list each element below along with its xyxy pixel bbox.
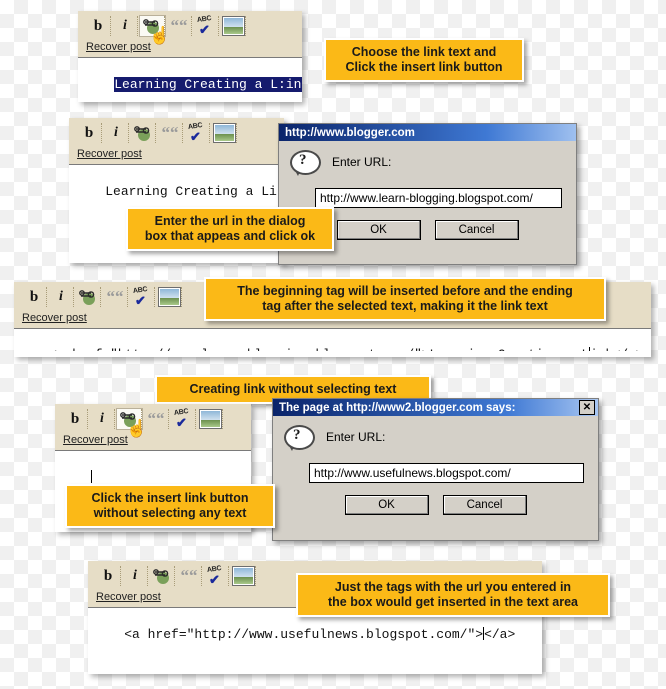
bold-button[interactable]: b: [96, 566, 121, 586]
link-chain-icon: [133, 124, 153, 142]
post-text-tail: </a>: [484, 627, 516, 642]
blockquote-button[interactable]: ““: [177, 566, 202, 586]
bold-button[interactable]: b: [63, 409, 88, 429]
editor-toolbar: b i ☝ ““ ABC ✔ Recover post: [55, 404, 251, 450]
insert-image-button[interactable]: [231, 566, 256, 586]
blockquote-button[interactable]: ““: [167, 16, 192, 36]
bold-button[interactable]: b: [86, 16, 111, 36]
spellcheck-button[interactable]: ABC ✔: [194, 15, 219, 37]
ok-button[interactable]: OK: [336, 220, 421, 240]
recover-post-link[interactable]: Recover post: [86, 41, 151, 53]
post-text: <a href="http://www.usefulnews.blogspot.…: [124, 627, 484, 642]
italic-button[interactable]: i: [49, 287, 74, 307]
post-text-area[interactable]: Learning Creating a L:ink: [78, 57, 302, 94]
insert-link-button[interactable]: [150, 566, 175, 586]
insert-image-button[interactable]: [198, 409, 223, 429]
callout-step5: Just the tags with the url you entered i…: [296, 573, 610, 617]
url-input[interactable]: http://www.learn-blogging.blogspot.com/: [315, 188, 562, 208]
enter-url-dialog-2: The page at http://www2.blogger.com says…: [272, 398, 599, 541]
close-icon[interactable]: ✕: [579, 400, 595, 415]
spellcheck-button[interactable]: ABC ✔: [204, 565, 229, 587]
image-icon: [198, 409, 222, 429]
image-icon: [212, 123, 236, 143]
callout-step1: Choose the link text and Click the inser…: [324, 38, 524, 82]
insert-image-button[interactable]: [157, 287, 182, 307]
dialog-titlebar: The page at http://www2.blogger.com says…: [273, 399, 598, 416]
insert-link-button[interactable]: [131, 123, 156, 143]
image-icon: [221, 16, 245, 36]
post-text-tail: ink</a>: [590, 348, 643, 351]
recover-post-link[interactable]: Recover post: [22, 312, 87, 324]
image-icon: [231, 566, 255, 586]
insert-image-button[interactable]: [221, 16, 246, 36]
dialog-title: The page at http://www2.blogger.com says…: [279, 401, 516, 414]
editor-toolbar: b i ☝ ““ ABC ✔ Recover post: [78, 11, 302, 57]
insert-link-button[interactable]: [76, 287, 101, 307]
link-chain-icon: [152, 567, 172, 585]
text-caret: [91, 470, 93, 483]
recover-post-link[interactable]: Recover post: [63, 434, 128, 446]
image-icon: [157, 287, 181, 307]
post-text: <a href="http://www.learn-blogging.blogs…: [49, 348, 589, 351]
blockquote-button[interactable]: ““: [158, 123, 183, 143]
cancel-button[interactable]: Cancel: [442, 495, 527, 515]
dialog-prompt-label: Enter URL:: [326, 430, 386, 444]
spellcheck-icon: ABC ✔: [173, 408, 189, 430]
italic-button[interactable]: i: [113, 16, 138, 36]
spellcheck-icon: ABC ✔: [206, 565, 222, 587]
dialog-body: ? Enter URL: http://www.usefulnews.blogs…: [273, 416, 598, 525]
insert-image-button[interactable]: [212, 123, 237, 143]
cancel-button[interactable]: Cancel: [434, 220, 519, 240]
question-icon: ?: [283, 425, 315, 453]
callout-step4: Click the insert link button without sel…: [65, 484, 275, 528]
bold-button[interactable]: b: [22, 287, 47, 307]
spellcheck-icon: ABC ✔: [132, 286, 148, 308]
blockquote-button[interactable]: ““: [103, 287, 128, 307]
editor-panel-step1: b i ☝ ““ ABC ✔ Recover post Learning Cre…: [78, 11, 302, 102]
post-text-area[interactable]: <a href="http://www.learn-blogging.blogs…: [14, 328, 651, 351]
dialog-title: http://www.blogger.com: [285, 126, 415, 139]
post-text: Learning Creating a Link: [105, 184, 284, 199]
spellcheck-icon: ABC ✔: [187, 122, 203, 144]
selected-text: Learning Creating a L:ink: [114, 77, 302, 92]
link-chain-icon: [78, 288, 98, 306]
recover-post-link[interactable]: Recover post: [77, 148, 142, 160]
editor-toolbar: b i ““ ABC ✔ Recover post: [69, 118, 284, 164]
spellcheck-button[interactable]: ABC ✔: [185, 122, 210, 144]
dialog-titlebar: http://www.blogger.com: [279, 124, 576, 141]
italic-button[interactable]: i: [104, 123, 129, 143]
spellcheck-icon: ABC ✔: [196, 15, 212, 37]
italic-button[interactable]: i: [123, 566, 148, 586]
insert-link-button[interactable]: ☝: [139, 15, 170, 45]
spellcheck-button[interactable]: ABC ✔: [130, 286, 155, 308]
url-input[interactable]: http://www.usefulnews.blogspot.com/: [309, 463, 584, 483]
spellcheck-button[interactable]: ABC ✔: [171, 408, 196, 430]
callout-step3: The beginning tag will be inserted befor…: [204, 277, 606, 321]
question-icon: ?: [289, 150, 321, 178]
recover-post-link[interactable]: Recover post: [96, 591, 161, 603]
ok-button[interactable]: OK: [344, 495, 429, 515]
insert-link-button[interactable]: ☝: [116, 408, 147, 438]
dialog-prompt-label: Enter URL:: [332, 155, 392, 169]
bold-button[interactable]: b: [77, 123, 102, 143]
callout-step2: Enter the url in the dialog box that app…: [126, 207, 334, 251]
italic-button[interactable]: i: [90, 409, 115, 429]
blockquote-button[interactable]: ““: [144, 409, 169, 429]
